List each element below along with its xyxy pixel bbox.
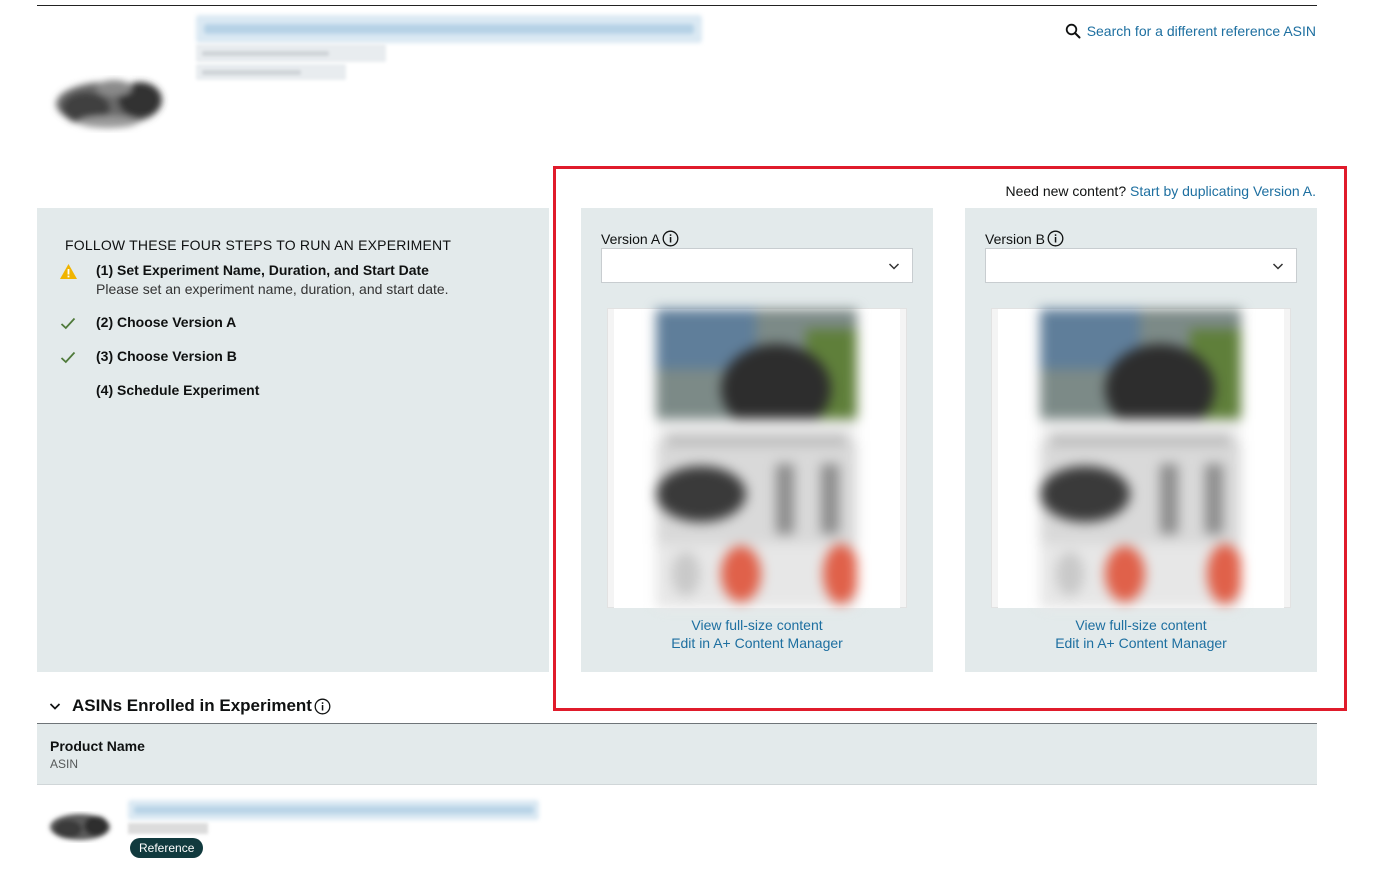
search-link-label: Search for a different reference ASIN (1086, 23, 1316, 39)
edit-content-manager-link[interactable]: Edit in A+ Content Manager (965, 634, 1317, 652)
asins-enrolled-title: ASINs Enrolled in Experiment (72, 696, 312, 715)
step-2-title: (2) Choose Version A (96, 314, 237, 330)
version-a-select[interactable] (601, 248, 913, 283)
warning-icon (59, 263, 77, 279)
version-b-label: Version B (985, 230, 1064, 247)
search-icon (1065, 23, 1081, 39)
row-product-image (50, 814, 110, 840)
view-full-size-link[interactable]: View full-size content (965, 616, 1317, 634)
check-icon (60, 351, 76, 363)
check-icon (60, 317, 76, 329)
step-1-title: (1) Set Experiment Name, Duration, and S… (96, 262, 429, 278)
need-new-content: Need new content? Start by duplicating V… (1005, 183, 1316, 199)
version-b-card: Version B View full-size content Edit in… (965, 208, 1317, 672)
enrolled-table-header: Product Name ASIN (37, 724, 1317, 785)
column-product-name: Product Name (50, 738, 145, 754)
experiment-steps-panel: FOLLOW THESE FOUR STEPS TO RUN AN EXPERI… (37, 208, 549, 672)
product-title-redacted[interactable] (196, 15, 702, 43)
version-b-select[interactable] (985, 248, 1297, 283)
version-b-label-text: Version B (985, 230, 1045, 247)
version-a-label-text: Version A (601, 230, 661, 247)
info-icon[interactable] (1047, 230, 1064, 247)
need-new-content-text: Need new content? (1005, 183, 1127, 199)
view-full-size-link[interactable]: View full-size content (581, 616, 933, 634)
product-detail-redacted (196, 64, 346, 80)
version-b-links: View full-size content Edit in A+ Conten… (965, 616, 1317, 652)
step-4-title: (4) Schedule Experiment (96, 382, 260, 398)
info-icon[interactable] (314, 698, 331, 715)
version-a-label: Version A (601, 230, 679, 247)
top-divider (37, 5, 1317, 6)
step-2: (2) Choose Version A (57, 314, 236, 332)
content-preview-image (1040, 309, 1241, 608)
version-a-card: Version A View full-size content Edit in… (581, 208, 933, 672)
chevron-down-icon (1272, 263, 1284, 270)
edit-content-manager-link[interactable]: Edit in A+ Content Manager (581, 634, 933, 652)
product-image (56, 80, 162, 128)
steps-title: FOLLOW THESE FOUR STEPS TO RUN AN EXPERI… (65, 237, 452, 253)
reference-badge: Reference (130, 838, 204, 858)
chevron-down-icon (888, 263, 900, 270)
step-1: (1) Set Experiment Name, Duration, and S… (57, 262, 449, 297)
version-a-links: View full-size content Edit in A+ Conten… (581, 616, 933, 652)
step-4: (4) Schedule Experiment (57, 382, 259, 400)
row-asin-redacted (128, 823, 208, 834)
row-product-title-redacted[interactable] (128, 800, 539, 820)
asins-enrolled-header: ASINs Enrolled in Experiment (48, 696, 331, 716)
search-reference-asin-link[interactable]: Search for a different reference ASIN (1065, 23, 1316, 39)
column-asin: ASIN (50, 757, 79, 771)
version-b-preview[interactable] (991, 308, 1291, 608)
product-detail-redacted (196, 44, 386, 62)
step-3: (3) Choose Version B (57, 348, 237, 366)
step-1-description: Please set an experiment name, duration,… (96, 281, 449, 297)
duplicate-version-a-link[interactable]: Start by duplicating Version A. (1130, 183, 1316, 199)
info-icon[interactable] (662, 230, 679, 247)
content-preview-image (656, 309, 857, 608)
chevron-down-icon[interactable] (48, 699, 62, 713)
step-3-title: (3) Choose Version B (96, 348, 237, 364)
version-a-preview[interactable] (607, 308, 907, 608)
